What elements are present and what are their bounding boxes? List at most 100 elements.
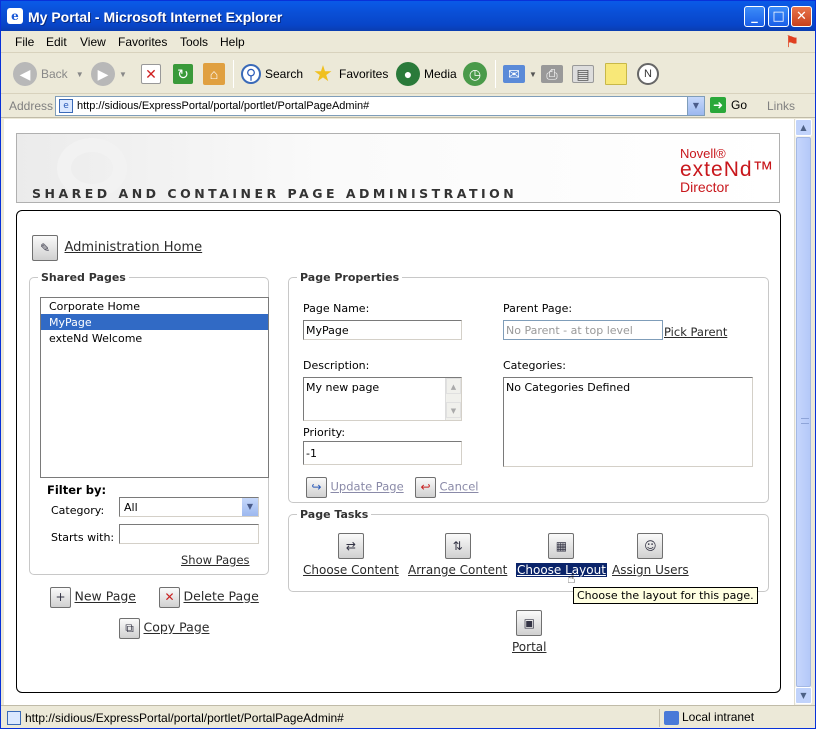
choose-layout-label: Choose Layout [516, 563, 607, 577]
search-button[interactable]: ⚲ Search [241, 59, 303, 89]
go-button[interactable]: ➜ Go [710, 97, 747, 113]
tooltip: Choose the layout for this page. [573, 587, 758, 604]
parent-page-input: No Parent - at top level [503, 320, 663, 340]
page-name-label: Page Name: [303, 302, 370, 315]
media-button[interactable]: ● Media [396, 59, 457, 89]
mail-button[interactable]: ✉ ▼ [503, 59, 537, 89]
page-tasks-legend: Page Tasks [300, 508, 369, 521]
description-textarea[interactable]: My new page ▲ ▼ [303, 377, 462, 421]
vertical-scrollbar[interactable]: ▲ ▼ [794, 119, 812, 705]
choose-layout-button[interactable]: ▦ Choose Layout [516, 533, 607, 577]
scroll-down-icon[interactable]: ▼ [446, 402, 461, 418]
grip-icon [801, 418, 809, 424]
home-button[interactable]: ⌂ [203, 59, 229, 89]
media-globe-icon: ● [396, 62, 420, 86]
arrange-content-button[interactable]: ⇅ Arrange Content [408, 533, 507, 577]
mail-dropdown-icon[interactable]: ▼ [529, 70, 537, 79]
discuss-button[interactable] [605, 59, 631, 89]
delete-page-button[interactable]: ✕ Delete Page [159, 587, 259, 608]
note-icon [605, 63, 627, 85]
pick-parent-link[interactable]: Pick Parent [664, 325, 727, 339]
toolbar-separator [495, 60, 496, 88]
menu-favorites[interactable]: Favorites [118, 35, 167, 49]
menu-tools[interactable]: Tools [180, 35, 208, 49]
address-dropdown-icon[interactable]: ▼ [687, 97, 704, 115]
maximize-button[interactable]: □ [768, 6, 789, 27]
list-item-selected[interactable]: MyPage [41, 314, 268, 330]
close-button[interactable]: ✕ [791, 6, 812, 27]
history-button[interactable]: ◷ [463, 59, 491, 89]
list-item[interactable]: Corporate Home [41, 298, 268, 314]
description-scrollbar[interactable]: ▲ ▼ [445, 378, 461, 420]
chevron-down-icon: ▼ [242, 498, 258, 516]
update-page-label: Update Page [330, 479, 404, 494]
star-icon: ★ [313, 61, 333, 86]
scroll-up-icon[interactable]: ▲ [795, 119, 812, 136]
home-icon: ⌂ [203, 63, 225, 85]
window-title: My Portal - Microsoft Internet Explorer [28, 9, 283, 25]
portal-button[interactable]: ▣ Portal [512, 610, 546, 654]
priority-input[interactable]: -1 [303, 441, 462, 465]
refresh-button[interactable]: ↻ [173, 59, 197, 89]
starts-with-input[interactable] [119, 524, 259, 544]
forward-dropdown-icon[interactable]: ▼ [119, 70, 127, 79]
scroll-thumb[interactable] [796, 137, 811, 687]
forward-arrow-icon: ▶ [91, 62, 115, 86]
minimize-button[interactable]: _ [744, 6, 765, 27]
menu-edit[interactable]: Edit [46, 35, 67, 49]
category-select[interactable]: All ▼ [119, 497, 259, 517]
show-pages-link[interactable]: Show Pages [181, 553, 250, 567]
back-button[interactable]: ◀ Back ▼ [13, 59, 84, 89]
ie-icon: e [7, 8, 23, 24]
copy-page-button[interactable]: ⧉ Copy Page [119, 618, 209, 639]
menu-file[interactable]: File [15, 35, 34, 49]
print-button[interactable]: ⎙ [541, 59, 567, 89]
choose-content-button[interactable]: ⇄ Choose Content [303, 533, 399, 577]
toolbar-separator [233, 60, 234, 88]
scroll-up-icon[interactable]: ▲ [446, 378, 461, 394]
forward-button[interactable]: ▶ ▼ [91, 59, 127, 89]
edit-button[interactable]: ▤ [572, 59, 598, 89]
arrange-content-label: Arrange Content [408, 563, 508, 577]
scroll-down-icon[interactable]: ▼ [795, 687, 812, 704]
new-page-icon: + [50, 587, 71, 608]
address-bar: Address e http://sidious/ExpressPortal/p… [1, 94, 815, 118]
favorites-button[interactable]: ★ Favorites [311, 59, 388, 89]
arrange-content-icon: ⇅ [444, 533, 471, 559]
page-icon [7, 711, 21, 725]
new-page-button[interactable]: + New Page [50, 587, 136, 608]
header-banner: SHARED AND CONTAINER PAGE ADMINISTRATION… [16, 133, 780, 203]
address-input[interactable]: e http://sidious/ExpressPortal/portal/po… [55, 96, 705, 116]
list-item[interactable]: exteNd Welcome [41, 330, 268, 346]
categories-list[interactable]: No Categories Defined [503, 377, 753, 467]
shared-pages-list[interactable]: Corporate Home MyPage exteNd Welcome [40, 297, 269, 478]
stop-button[interactable]: ✕ [141, 59, 165, 89]
shared-pages-legend: Shared Pages [41, 271, 126, 284]
menu-view[interactable]: View [80, 35, 106, 49]
links-button[interactable]: Links [767, 99, 795, 113]
portal-icon: ▣ [516, 610, 543, 636]
back-dropdown-icon[interactable]: ▼ [76, 70, 84, 79]
security-zone: Local intranet [659, 709, 799, 727]
assign-users-button[interactable]: ☺ Assign Users [612, 533, 689, 577]
starts-with-label: Starts with: [51, 531, 115, 544]
messenger-button[interactable]: N [637, 59, 663, 89]
address-label: Address [9, 99, 54, 113]
history-icon: ◷ [463, 62, 487, 86]
admin-home-link[interactable]: ✎ Administration Home [32, 235, 202, 261]
cancel-button[interactable]: ↩ Cancel [415, 477, 478, 498]
admin-home-label: Administration Home [64, 240, 203, 255]
update-page-button[interactable]: ↪ Update Page [306, 477, 404, 498]
description-value: My new page [306, 381, 380, 394]
page-viewport: SHARED AND CONTAINER PAGE ADMINISTRATION… [4, 119, 794, 705]
copy-page-label: Copy Page [143, 619, 210, 635]
menu-help[interactable]: Help [220, 35, 245, 49]
categories-label: Categories: [503, 359, 566, 372]
intranet-icon [664, 711, 679, 725]
choose-layout-icon: ▦ [548, 533, 575, 559]
page-name-input[interactable]: MyPage [303, 320, 462, 340]
back-label: Back [41, 67, 68, 81]
messenger-icon: N [637, 63, 659, 85]
filter-label: Filter by: [47, 483, 107, 497]
cancel-icon: ↩ [415, 477, 436, 498]
